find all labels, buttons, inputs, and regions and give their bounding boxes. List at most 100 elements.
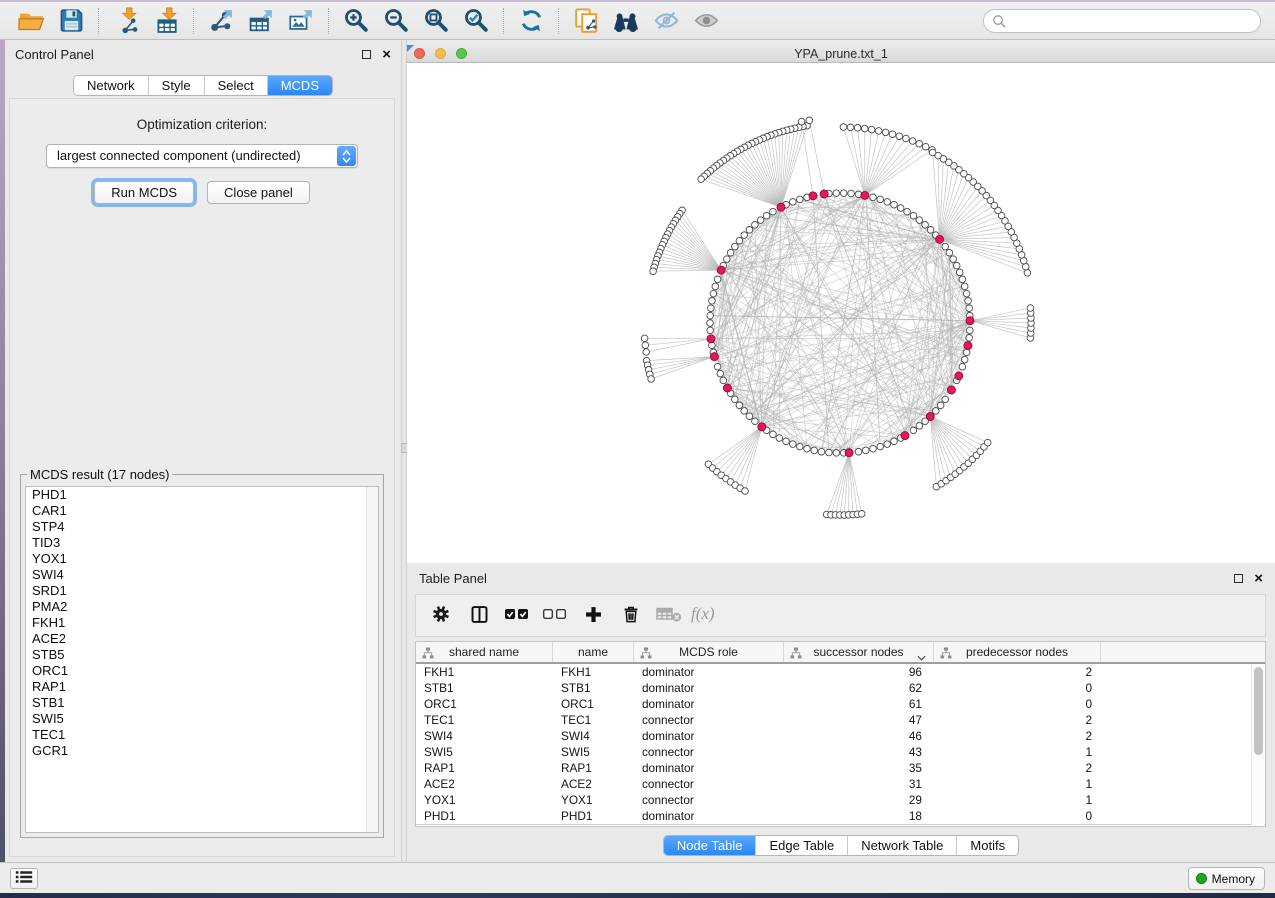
- close-panel-button[interactable]: Close panel: [207, 181, 310, 204]
- control-panel-tabs: NetworkStyleSelectMCDS: [5, 75, 401, 96]
- close-panel-icon[interactable]: ×: [382, 50, 391, 59]
- minimize-window-icon[interactable]: [435, 48, 446, 59]
- table-tab-motifs[interactable]: Motifs: [956, 836, 1018, 855]
- add-button[interactable]: [576, 599, 610, 633]
- table-cell: dominator: [634, 664, 784, 680]
- optimization-criterion-select[interactable]: largest connected component (undirected): [46, 144, 358, 168]
- table-row[interactable]: SWI4SWI4dominator462: [416, 728, 1265, 744]
- column-header-name[interactable]: name: [553, 642, 634, 662]
- result-list-item[interactable]: PMA2: [26, 599, 378, 615]
- table-cell: STB1: [553, 680, 634, 696]
- result-list-item[interactable]: PHD1: [26, 487, 378, 503]
- tab-mcds[interactable]: MCDS: [267, 76, 332, 95]
- table-row[interactable]: RAP1RAP1dominator352: [416, 760, 1265, 776]
- memory-button[interactable]: Memory: [1188, 867, 1265, 890]
- result-list-item[interactable]: CAR1: [26, 503, 378, 519]
- table-row[interactable]: ACE2ACE2connector311: [416, 776, 1265, 792]
- result-list-item[interactable]: ACE2: [26, 631, 378, 647]
- result-list-item[interactable]: STB5: [26, 647, 378, 663]
- import-table-button[interactable]: [149, 6, 183, 36]
- tab-select[interactable]: Select: [204, 76, 267, 95]
- search-input[interactable]: [983, 9, 1261, 33]
- table-tab-edge-table[interactable]: Edge Table: [755, 836, 847, 855]
- task-history-button[interactable]: [10, 868, 38, 889]
- toolbar-separator: [193, 8, 194, 34]
- gear-button[interactable]: [424, 599, 458, 633]
- table-bottom-line: [416, 824, 1265, 825]
- result-list-item[interactable]: FKH1: [26, 615, 378, 631]
- table-cell: dominator: [634, 760, 784, 776]
- import-network-button[interactable]: [109, 6, 143, 36]
- zoom-fit-button[interactable]: [419, 6, 453, 36]
- result-list-item[interactable]: STP4: [26, 519, 378, 535]
- table-row[interactable]: YOX1YOX1connector291: [416, 792, 1265, 808]
- table-float-window-icon[interactable]: [1234, 574, 1243, 583]
- table-scrollbar[interactable]: [1251, 665, 1264, 825]
- zoom-in-button[interactable]: [339, 6, 373, 36]
- zoom-selected-button[interactable]: [459, 6, 493, 36]
- table-row[interactable]: TEC1TEC1connector472: [416, 712, 1265, 728]
- hide-selected-icon: [653, 7, 680, 34]
- table-tab-node-table[interactable]: Node Table: [664, 836, 756, 855]
- result-list-item[interactable]: SRD1: [26, 583, 378, 599]
- export-network-button[interactable]: [204, 6, 238, 36]
- columns-button[interactable]: [462, 599, 496, 633]
- mcds-result-list[interactable]: PHD1CAR1STP4TID3YOX1SWI4SRD1PMA2FKH1ACE2…: [25, 486, 379, 833]
- result-list-item[interactable]: ORC1: [26, 663, 378, 679]
- delete-button[interactable]: [614, 599, 648, 633]
- table-scrollbar-thumb[interactable]: [1254, 667, 1263, 755]
- first-neighbors-button[interactable]: [609, 6, 643, 36]
- table-cell: 18: [784, 808, 934, 824]
- column-label: name: [578, 645, 608, 659]
- table-row[interactable]: PHD1PHD1dominator180: [416, 808, 1265, 824]
- close-window-icon[interactable]: [414, 48, 425, 59]
- toolbar-separator: [98, 8, 99, 34]
- tab-network[interactable]: Network: [74, 76, 148, 95]
- column-header-shared-name[interactable]: shared name: [416, 642, 553, 662]
- table-row[interactable]: FKH1FKH1dominator962: [416, 664, 1265, 680]
- table-cell: 0: [934, 808, 1101, 824]
- network-titlebar[interactable]: YPA_prune.txt_1: [407, 45, 1275, 63]
- result-list-item[interactable]: SWI5: [26, 711, 378, 727]
- refresh-button[interactable]: [514, 6, 548, 36]
- column-type-icon: [422, 647, 434, 662]
- table-row[interactable]: ORC1ORC1dominator610: [416, 696, 1265, 712]
- table-cell: YOX1: [416, 792, 553, 808]
- table-close-panel-icon[interactable]: ×: [1254, 574, 1263, 583]
- folder-open-button[interactable]: [14, 6, 48, 36]
- zoom-out-button[interactable]: [379, 6, 413, 36]
- result-list-item[interactable]: TEC1: [26, 727, 378, 743]
- result-list-item[interactable]: RAP1: [26, 679, 378, 695]
- run-mcds-button[interactable]: Run MCDS: [94, 181, 194, 204]
- deselect-all-button[interactable]: [538, 599, 572, 633]
- result-list-item[interactable]: GCR1: [26, 743, 378, 759]
- save-button[interactable]: [54, 6, 88, 36]
- tab-style[interactable]: Style: [148, 76, 204, 95]
- copy-style-button[interactable]: [569, 6, 603, 36]
- result-list-item[interactable]: STB1: [26, 695, 378, 711]
- table-row[interactable]: SWI5SWI5connector431: [416, 744, 1265, 760]
- network-canvas[interactable]: [407, 63, 1275, 563]
- column-header-MCDS-role[interactable]: MCDS role: [634, 642, 784, 662]
- table-cell: dominator: [634, 728, 784, 744]
- table-tab-network-table[interactable]: Network Table: [847, 836, 956, 855]
- column-header-successor-nodes[interactable]: successor nodes: [784, 642, 934, 662]
- result-list-scrollbar[interactable]: [366, 487, 378, 832]
- result-list-item[interactable]: YOX1: [26, 551, 378, 567]
- show-all-button[interactable]: [689, 6, 723, 36]
- export-table-button[interactable]: [244, 6, 278, 36]
- table-cell: connector: [634, 712, 784, 728]
- result-list-item[interactable]: TID3: [26, 535, 378, 551]
- select-all-button[interactable]: [500, 599, 534, 633]
- table-type-tabs: Node TableEdge TableNetwork TableMotifs: [407, 835, 1275, 856]
- column-header-predecessor-nodes[interactable]: predecessor nodes: [934, 642, 1101, 662]
- table-row[interactable]: STB1STB1dominator620: [416, 680, 1265, 696]
- float-window-icon[interactable]: [362, 50, 371, 59]
- network-graph[interactable]: [407, 63, 1275, 563]
- maximize-window-icon[interactable]: [456, 48, 467, 59]
- delete-table-icon: [656, 605, 682, 626]
- result-list-item[interactable]: SWI4: [26, 567, 378, 583]
- hide-selected-button[interactable]: [649, 6, 683, 36]
- satellite-nodes[interactable]: [641, 117, 1034, 518]
- export-image-button[interactable]: [284, 6, 318, 36]
